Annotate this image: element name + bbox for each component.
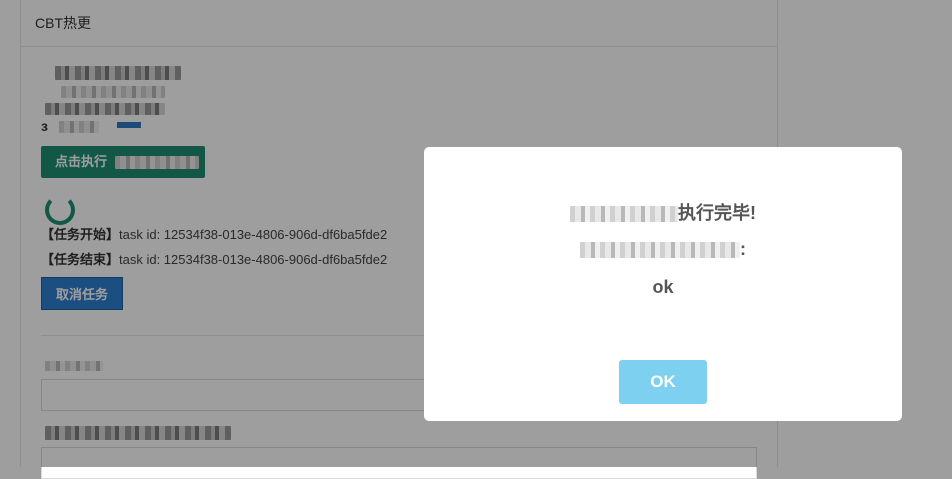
dialog-result-label: : xyxy=(424,239,902,260)
ok-button[interactable]: OK xyxy=(619,360,707,404)
redacted-dialog-text xyxy=(570,206,678,223)
dialog-message: 执行完毕! xyxy=(424,199,902,225)
result-dialog: 执行完毕! : ok OK xyxy=(424,147,902,421)
dialog-message-text: 执行完毕! xyxy=(678,203,756,223)
dialog-result-colon: : xyxy=(740,239,746,259)
dialog-result-value: ok xyxy=(652,277,674,297)
redacted-dialog-text xyxy=(580,242,740,259)
